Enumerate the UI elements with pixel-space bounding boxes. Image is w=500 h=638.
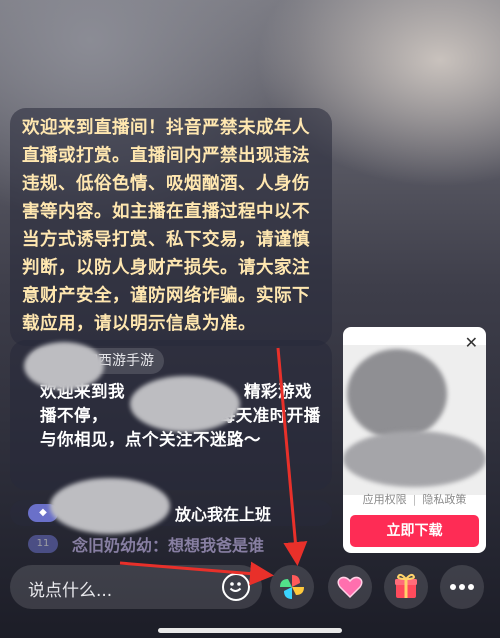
ad-links: 应用权限 | 隐私政策 xyxy=(343,491,486,507)
like-button[interactable] xyxy=(328,565,372,609)
redaction-blur xyxy=(24,342,104,390)
redaction-blur xyxy=(50,478,170,534)
welcome-notice: 欢迎来到直播间！抖音严禁未成年人直播或打赏。直播间内严禁出现违法违规、低俗色情、… xyxy=(10,108,332,346)
close-icon[interactable]: ✕ xyxy=(465,333,478,352)
heart-icon xyxy=(337,576,363,599)
gift-button[interactable] xyxy=(384,565,428,609)
chat-message[interactable]: ◆ 放心我在上班 xyxy=(10,478,332,534)
redaction-blur xyxy=(130,376,240,432)
smiley-icon[interactable] xyxy=(222,573,250,601)
home-indicator[interactable] xyxy=(158,628,342,633)
more-button[interactable] xyxy=(440,565,484,609)
download-button[interactable]: 立即下载 xyxy=(350,515,479,547)
app-download-ad[interactable]: ✕ 应用权限 | 隐私政策 立即下载 xyxy=(343,327,486,553)
divider: | xyxy=(412,493,417,506)
fan-level-badge: 11 xyxy=(28,535,58,553)
app-permissions-link[interactable]: 应用权限 xyxy=(363,491,407,507)
chat-message-faded[interactable]: 11 念旧奶幼幼：想想我爸是谁 xyxy=(10,534,332,554)
privacy-policy-link[interactable]: 隐私政策 xyxy=(422,491,466,507)
notice-text: 欢迎来到直播间！抖音严禁未成年人直播或打赏。直播间内严禁出现违法违规、低俗色情、… xyxy=(22,118,310,334)
gift-icon xyxy=(395,573,417,598)
redaction-blur xyxy=(347,349,447,439)
more-icon xyxy=(450,584,474,590)
streamer-message-card[interactable]: 梦幻西游手游 欢迎来到我 精彩游戏播不停， 有，每天准时开播与你相见，点个关注不… xyxy=(10,340,332,490)
pinwheel-button[interactable] xyxy=(270,565,314,609)
comment-input[interactable]: 说点什么... xyxy=(10,565,262,609)
pinwheel-icon xyxy=(280,575,304,599)
comment-placeholder: 说点什么... xyxy=(28,581,113,601)
ad-image xyxy=(343,345,486,495)
redaction-blur xyxy=(343,431,486,487)
chat-text: 放心我在上班 xyxy=(175,505,272,524)
chat-text: 念旧奶幼幼：想想我爸是谁 xyxy=(72,536,265,554)
